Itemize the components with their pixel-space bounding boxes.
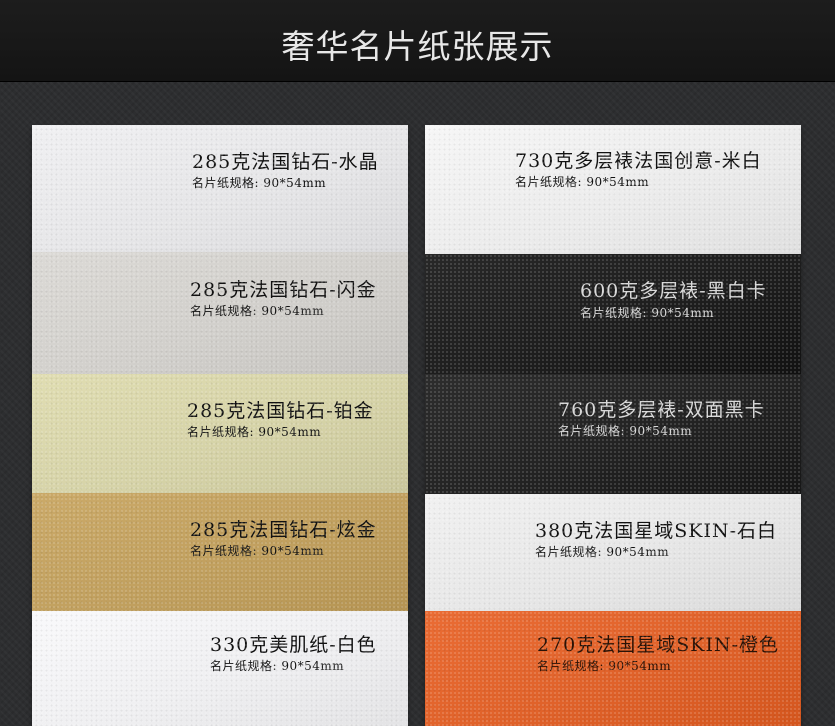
card-crystal: 285克法国钻石-水晶 名片纸规格: 90*54mm [32,125,408,252]
card-spec: 名片纸规格: 90*54mm [190,304,325,318]
card-dazzle-gold: 285克法国钻石-炫金 名片纸规格: 90*54mm [32,493,408,611]
card-name: 285克法国钻石-炫金 [190,519,377,541]
header-bar: 奢华名片纸张展示 [0,0,835,82]
card-name: 285克法国钻石-闪金 [190,279,377,301]
card-spec: 名片纸规格: 90*54mm [558,424,693,438]
card-name: 330克美肌纸-白色 [210,634,377,656]
card-spec: 名片纸规格: 90*54mm [515,175,650,189]
card-creative-ivory: 730克多层裱法国创意-米白 名片纸规格: 90*54mm [425,125,801,254]
card-name: 730克多层裱法国创意-米白 [515,150,762,172]
card-skin-white: 330克美肌纸-白色 名片纸规格: 90*54mm [32,611,408,726]
card-name: 380克法国星域SKIN-石白 [535,520,778,542]
card-name: 270克法国星域SKIN-橙色 [537,634,780,656]
card-platinum: 285克法国钻石-铂金 名片纸规格: 90*54mm [32,374,408,493]
card-flash-gold: 285克法国钻石-闪金 名片纸规格: 90*54mm [32,252,408,374]
card-name: 760克多层裱-双面黑卡 [558,399,765,421]
card-spec: 名片纸规格: 90*54mm [210,659,345,673]
card-double-black: 760克多层裱-双面黑卡 名片纸规格: 90*54mm [425,374,801,494]
page-title: 奢华名片纸张展示 [281,27,554,66]
card-name: 285克法国钻石-水晶 [192,151,379,173]
card-spec: 名片纸规格: 90*54mm [187,425,322,439]
card-black-white: 600克多层裱-黑白卡 名片纸规格: 90*54mm [425,254,801,374]
card-spec: 名片纸规格: 90*54mm [537,659,672,673]
card-orange: 270克法国星域SKIN-橙色 名片纸规格: 90*54mm [425,611,801,726]
card-name: 600克多层裱-黑白卡 [580,280,767,302]
card-stone-white: 380克法国星域SKIN-石白 名片纸规格: 90*54mm [425,494,801,611]
card-spec: 名片纸规格: 90*54mm [535,545,670,559]
card-spec: 名片纸规格: 90*54mm [192,176,327,190]
card-spec: 名片纸规格: 90*54mm [580,306,715,320]
card-name: 285克法国钻石-铂金 [187,400,374,422]
card-spec: 名片纸规格: 90*54mm [190,544,325,558]
